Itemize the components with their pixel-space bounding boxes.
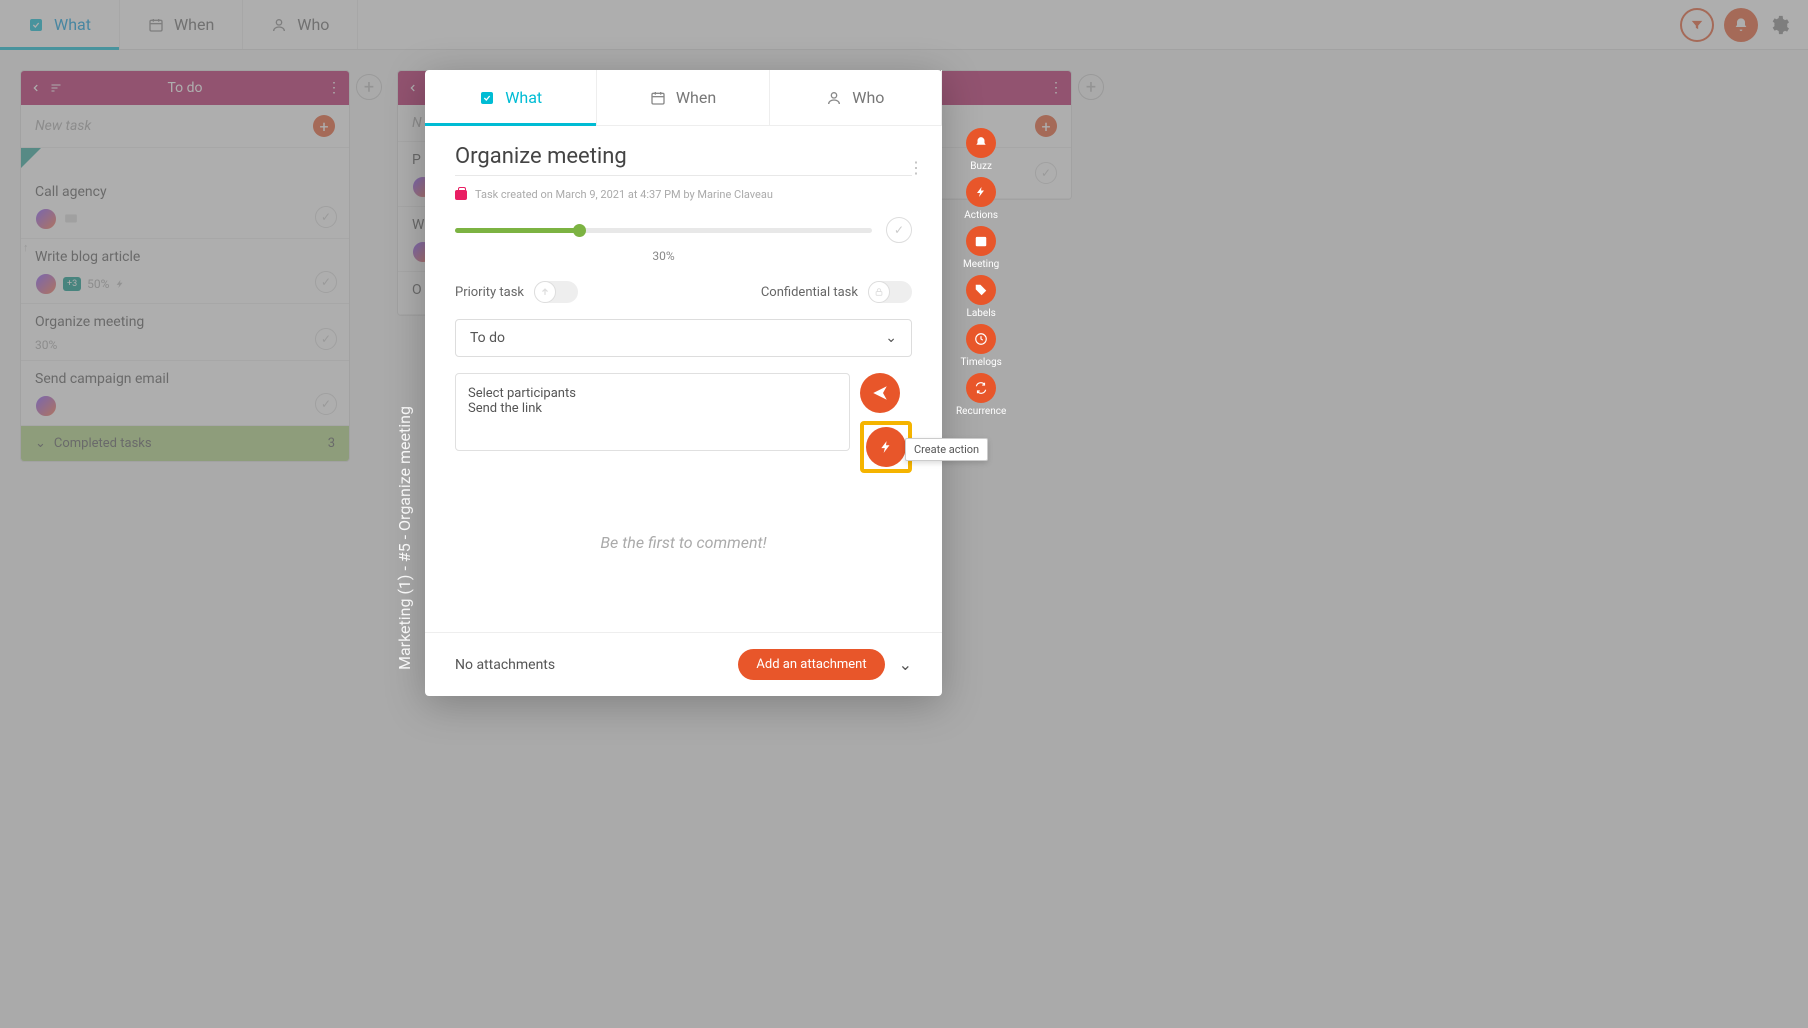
- actions-button[interactable]: [966, 177, 996, 207]
- recurrence-button[interactable]: [966, 373, 996, 403]
- task-meta: Task created on March 9, 2021 at 4:37 PM…: [455, 188, 912, 201]
- timelogs-button[interactable]: [966, 324, 996, 354]
- task-title-input[interactable]: Organize meeting: [455, 144, 912, 176]
- labels-label: Labels: [966, 308, 995, 319]
- task-created-text: Task created on March 9, 2021 at 4:37 PM…: [475, 188, 773, 201]
- modal-tabs: What When Who: [425, 70, 942, 126]
- task-menu-button[interactable]: ⋮: [908, 158, 924, 177]
- labels-button[interactable]: [966, 275, 996, 305]
- modal-footer: No attachments Add an attachment ⌄: [425, 632, 942, 696]
- side-action-rail: Buzz Actions Meeting Labels Timelogs Rec…: [956, 128, 1006, 417]
- timelogs-label: Timelogs: [960, 357, 1001, 368]
- buzz-button[interactable]: [966, 128, 996, 158]
- progress-value: 30%: [415, 249, 912, 263]
- create-action-tooltip: Create action: [905, 438, 988, 461]
- person-icon: [826, 90, 842, 106]
- arrow-up-icon: [540, 287, 550, 297]
- actions-label: Actions: [964, 210, 998, 221]
- comment-line: Send the link: [468, 401, 837, 416]
- modal-tab-when[interactable]: When: [597, 70, 769, 125]
- modal-tab-when-label: When: [676, 88, 716, 107]
- send-comment-button[interactable]: [860, 373, 900, 413]
- tag-icon: [974, 283, 988, 297]
- no-attachments-label: No attachments: [455, 657, 555, 673]
- status-dropdown[interactable]: To do ⌄: [455, 319, 912, 357]
- buzz-label: Buzz: [970, 161, 992, 172]
- send-icon: [871, 384, 889, 402]
- bolt-icon: [975, 185, 987, 199]
- confidential-toggle[interactable]: [868, 281, 912, 303]
- bolt-icon: [879, 438, 893, 456]
- modal-tab-what-label: What: [505, 88, 542, 107]
- calendar-icon: [974, 234, 988, 248]
- calendar-icon: [650, 90, 666, 106]
- lock-icon: [874, 287, 884, 297]
- modal-tab-who[interactable]: Who: [770, 70, 942, 125]
- modal-tab-who-label: Who: [852, 88, 884, 107]
- progress-knob[interactable]: [573, 224, 586, 237]
- complete-toggle[interactable]: ✓: [886, 217, 912, 243]
- modal-tab-what[interactable]: What: [425, 70, 597, 125]
- briefcase-icon: [455, 190, 467, 200]
- bell-icon: [974, 136, 988, 150]
- priority-label: Priority task: [455, 285, 524, 300]
- priority-toggle[interactable]: [534, 281, 578, 303]
- comment-input[interactable]: Select participants Send the link: [455, 373, 850, 451]
- progress-slider[interactable]: ✓: [455, 217, 912, 243]
- meeting-button[interactable]: [966, 226, 996, 256]
- repeat-icon: [974, 381, 988, 395]
- task-modal: What When Who Organize meeting ⋮ Task cr…: [425, 70, 942, 696]
- chevron-down-icon: ⌄: [885, 330, 897, 346]
- clock-icon: [974, 332, 988, 346]
- add-attachment-button[interactable]: Add an attachment: [738, 649, 884, 680]
- confidential-label: Confidential task: [761, 285, 858, 300]
- attachment-options[interactable]: ⌄: [899, 655, 912, 674]
- status-value: To do: [470, 330, 505, 346]
- comments-empty-state: Be the first to comment!: [455, 533, 912, 552]
- recurrence-label: Recurrence: [956, 406, 1006, 417]
- check-square-icon: [479, 90, 495, 106]
- comment-line: Select participants: [468, 386, 837, 401]
- create-action-button[interactable]: [866, 427, 906, 467]
- meeting-label: Meeting: [963, 259, 999, 270]
